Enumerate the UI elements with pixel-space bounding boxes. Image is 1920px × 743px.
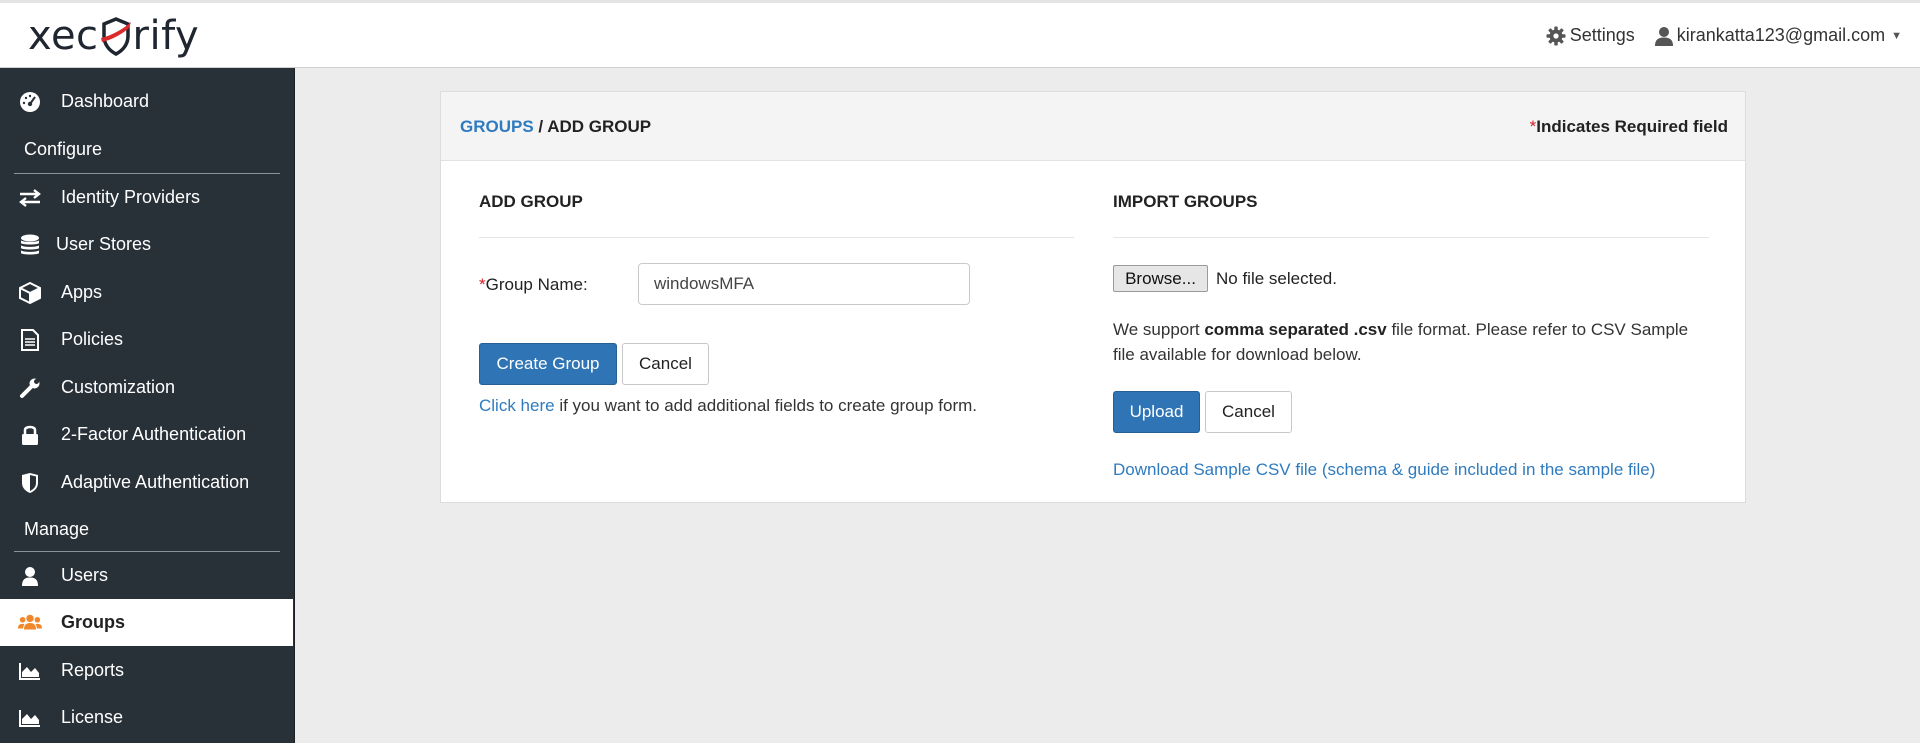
gear-icon [1546,26,1566,45]
upload-button[interactable]: Upload [1113,391,1200,433]
browse-file-button[interactable]: Browse... [1113,265,1208,292]
sidebar-item-label: Apps [61,282,103,302]
add-group-panel: GROUPS / ADD GROUP *Indicates Required f… [440,91,1746,503]
sidebar-item-apps[interactable]: Apps [0,269,293,316]
logo-shield-icon [100,16,132,56]
settings-label: Settings [1569,25,1635,45]
csv-support-text: We support comma separated .csv file for… [1113,317,1713,367]
lock-icon [18,423,42,447]
sidebar-item-label: 2-Factor Authentication [61,424,247,444]
top-bar: xec rify Settings kirankatta123@gmail.co… [0,0,1920,68]
import-cancel-button[interactable]: Cancel [1205,391,1292,433]
sidebar-item-dashboard[interactable]: Dashboard [0,78,293,125]
dashboard-icon [18,90,42,114]
sidebar-item-adaptive-auth[interactable]: Adaptive Authentication [0,459,293,506]
group-name-label-text: Group Name: [485,275,588,294]
section-manage: Manage [24,519,90,539]
sidebar: Dashboard Configure Identity Providers U… [0,68,295,743]
sidebar-item-label: Adaptive Authentication [61,472,250,492]
breadcrumb: GROUPS / ADD GROUP [460,117,651,137]
additional-fields-helper: Click here if you want to add additional… [479,396,977,416]
user-menu[interactable]: kirankatta123@gmail.com ▼ [1654,25,1902,46]
sidebar-item-policies[interactable]: Policies [0,316,293,363]
user-icon [1654,26,1673,46]
required-note-text: Indicates Required field [1536,117,1728,136]
brand-logo[interactable]: xec rify [28,13,199,59]
area-chart-icon [18,659,42,683]
document-icon [18,328,42,352]
header-actions: Settings kirankatta123@gmail.com ▼ [1546,25,1902,46]
create-group-button[interactable]: Create Group [479,343,617,385]
section-configure: Configure [24,139,103,159]
shield-icon [18,471,42,495]
breadcrumb-separator: / [533,117,548,136]
database-icon [18,233,42,257]
sidebar-item-label: Policies [61,329,124,349]
required-field-note: *Indicates Required field [1530,117,1728,137]
caret-down-icon: ▼ [1891,29,1902,42]
cancel-button[interactable]: Cancel [622,343,709,385]
breadcrumb-groups-link[interactable]: GROUPS [460,117,534,136]
import-groups-divider [1113,237,1709,238]
sidebar-item-2fa[interactable]: 2-Factor Authentication [0,411,293,458]
wrench-icon [18,376,42,400]
sidebar-item-user-stores[interactable]: User Stores [0,221,293,268]
sidebar-item-customization[interactable]: Customization [0,364,293,411]
add-group-title: ADD GROUP [479,192,583,211]
sidebar-item-license[interactable]: License [0,694,293,741]
sidebar-item-groups[interactable]: Groups [0,599,293,646]
sidebar-item-label: Groups [61,612,126,632]
helper-text: if you want to add additional fields to … [554,396,978,415]
logo-text-right: rify [132,13,200,59]
sidebar-item-label: User Stores [56,234,152,254]
required-star: * [479,275,486,294]
import-groups-title: IMPORT GROUPS [1113,192,1258,211]
add-group-divider [479,237,1074,238]
settings-link[interactable]: Settings [1546,25,1635,46]
group-name-input[interactable] [638,263,970,305]
download-sample-csv-link[interactable]: Download Sample CSV file (schema & guide… [1113,460,1655,480]
sidebar-item-label: Customization [61,377,176,397]
sidebar-item-label: Reports [61,660,125,680]
sidebar-item-label: Dashboard [61,91,150,111]
sidebar-item-users[interactable]: Users [0,552,293,599]
cube-icon [18,281,42,305]
support-text-bold: comma separated .csv [1204,320,1387,339]
user-icon [18,564,42,588]
sidebar-item-identity-providers[interactable]: Identity Providers [0,174,293,221]
sidebar-item-label: License [61,707,124,727]
breadcrumb-current: ADD GROUP [547,117,652,136]
group-name-label: *Group Name: [479,275,588,295]
area-chart-icon [18,706,42,730]
sidebar-item-label: Users [61,565,109,585]
panel-header: GROUPS / ADD GROUP *Indicates Required f… [441,92,1745,161]
user-email: kirankatta123@gmail.com [1676,25,1886,45]
users-icon [18,611,42,635]
exchange-icon [18,186,42,210]
click-here-link[interactable]: Click here [479,396,555,415]
support-text-pre: We support [1113,320,1205,339]
sidebar-item-reports[interactable]: Reports [0,647,293,694]
logo-text-left: xec [28,13,99,59]
sidebar-item-label: Identity Providers [61,187,201,207]
file-status: No file selected. [1216,269,1337,288]
